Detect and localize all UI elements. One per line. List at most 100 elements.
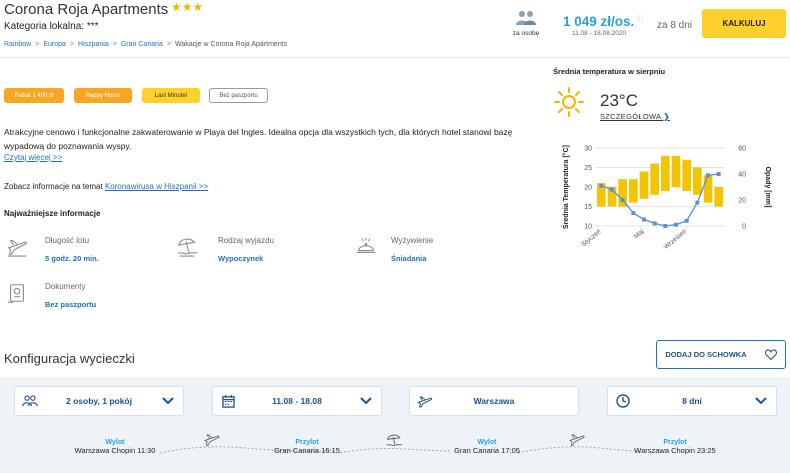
y-axis-label: Średnia Temperatura [°C] (561, 145, 570, 229)
persons-selector[interactable]: za osobę (508, 10, 544, 37)
x-tick-label: Maj (633, 228, 646, 240)
persons-select-label: 2 osoby, 1 pokój (66, 396, 132, 406)
y-tick-label: 10 (584, 224, 592, 231)
precipitation-point (642, 217, 646, 222)
breadcrumb-separator: > (166, 41, 171, 48)
flight-outbound-icon (203, 434, 220, 446)
temperature-bar (671, 155, 681, 187)
breadcrumb-link-gran-canaria[interactable]: Gran Canaria (121, 41, 163, 48)
climate-chart: 10 15 20 25 30 0 20 40 60 Styczeń Maj Wrzesień Średn… (561, 145, 771, 251)
route-outbound-arrival: Przylot Gran Canaria 16:15 (252, 439, 362, 455)
precipitation-point (706, 173, 710, 178)
covid-prefix: Zobacz informacje na temat (4, 182, 103, 191)
breadcrumb-separator: > (69, 41, 75, 48)
y-tick-label: 25 (584, 165, 592, 172)
clock-icon (616, 394, 630, 408)
trip-type-value: Wypoczynek (218, 254, 264, 263)
calculate-button[interactable]: KALKULUJ (702, 9, 786, 38)
board-label: Wyżywienie (391, 236, 434, 245)
chevron-down-icon (755, 397, 767, 405)
hotel-stars: ★★★ (171, 0, 204, 14)
breadcrumb-current: Wakacje w Corona Roja Apartments (174, 41, 288, 48)
beach-icon (386, 434, 403, 446)
route-return-arrival: Przylot Warszawa Chopin 23:25 (620, 439, 730, 455)
route-key: Przylot (295, 439, 319, 446)
y-tick-label: 20 (584, 185, 592, 192)
config-title: Konfiguracja wycieczki (4, 351, 135, 366)
y-tick-label: 30 (584, 146, 592, 153)
y2-tick-label: 40 (738, 172, 746, 179)
badge-no-passport: Bez paszportu (209, 88, 268, 103)
duration-select[interactable]: 8 dni (607, 386, 777, 416)
hotel-category: Kategoria lokalna: *** (4, 21, 99, 32)
trip-type-info (176, 235, 198, 259)
precipitation-point (716, 172, 721, 176)
trip-days: za 8 dni (657, 20, 693, 31)
people-icon (22, 395, 38, 407)
breadcrumb-separator: > (35, 41, 40, 48)
dates-select[interactable]: 11.08 - 18.08 (212, 386, 382, 416)
precipitation-point (652, 221, 657, 226)
route-key: Przylot (663, 439, 687, 446)
temperature-bar (650, 163, 659, 195)
y2-axis-label: Opady [mm] (764, 167, 771, 208)
documents-label: Dokumenty (45, 282, 86, 291)
precipitation-point (620, 198, 625, 202)
dates-select-label: 11.08 - 18.08 (272, 396, 322, 406)
weather-title: Średnia temperatura w sierpniu (553, 67, 666, 76)
x-tick-label: Styczeń (580, 228, 603, 248)
flight-return-icon (568, 434, 585, 446)
temperature-bar (714, 187, 723, 207)
add-to-clipboard-button[interactable]: DODAJ DO SCHOWKA (656, 340, 786, 369)
info-icon[interactable]: ⓘ (636, 16, 643, 23)
board-info (355, 235, 377, 259)
breadcrumb: Rainbow > Europa > Hiszpania > Gran Cana… (4, 41, 287, 48)
calendar-icon (221, 394, 235, 408)
precipitation-point (684, 218, 689, 223)
temperature-bar (682, 159, 691, 191)
chevron-down-icon (360, 397, 372, 405)
breadcrumb-link-hiszpania[interactable]: Hiszpania (78, 41, 109, 48)
route-value: Warszawa Chopin 23:25 (634, 446, 716, 455)
price: 1 049 zł/os. ⓘ (563, 14, 643, 29)
departure-select-label: Warszawa (473, 396, 515, 406)
chevron-right-icon: ❯ (663, 112, 670, 121)
persons-select[interactable]: 2 osoby, 1 pokój (14, 386, 184, 416)
persons-label: za osobę (512, 30, 540, 37)
breadcrumb-link-rainbow[interactable]: Rainbow (4, 41, 31, 48)
departure-select[interactable]: Warszawa (409, 386, 579, 416)
y2-tick-label: 20 (738, 198, 746, 205)
sun-icon (554, 87, 584, 117)
temperature-bar (639, 171, 649, 199)
badge-discount: Rabat 1 400 zł (4, 88, 64, 103)
trip-type-label: Rodzaj wyjazdu (218, 236, 275, 245)
header-divider (0, 57, 790, 58)
beach-umbrella-icon (177, 238, 198, 257)
y-tick-label: 15 (584, 204, 592, 211)
route-value: Gran Canaria 17:05 (454, 446, 520, 455)
temperature-bar (618, 179, 627, 207)
board-value: Śniadania (391, 254, 427, 263)
documents-info (6, 282, 28, 306)
read-more-link[interactable]: Czytaj więcej >> (4, 153, 62, 162)
weather-details-label: SZCZEGÓŁOWA (600, 112, 661, 121)
covid-link[interactable]: Koronawirusa w Hiszpanii >> (105, 182, 208, 191)
precipitation-point (674, 222, 678, 227)
y2-tick-label: 0 (742, 224, 746, 231)
precipitation-point (631, 211, 636, 215)
temperature-bar (629, 179, 638, 203)
covid-info: Zobacz informacje na temat Koronawirusa … (4, 182, 208, 191)
precipitation-point (610, 187, 614, 192)
weather-temperature: 23°C (600, 91, 638, 110)
y2-tick-label: 60 (738, 146, 746, 153)
precipitation-point (599, 183, 604, 188)
weather-details-link[interactable]: SZCZEGÓŁOWA ❯ (600, 112, 670, 121)
route-key: Wylot (105, 439, 125, 446)
heart-icon (764, 349, 777, 360)
trip-dates: 11.08 - 18.08.2020 (572, 30, 627, 37)
hotel-title: Corona Roja Apartments (4, 1, 169, 18)
badge-last-minute: Last Minute! (142, 88, 200, 103)
route-value: Gran Canaria 16:15 (274, 446, 340, 455)
passport-icon (7, 284, 24, 303)
breadcrumb-link-europa[interactable]: Europa (43, 41, 66, 48)
